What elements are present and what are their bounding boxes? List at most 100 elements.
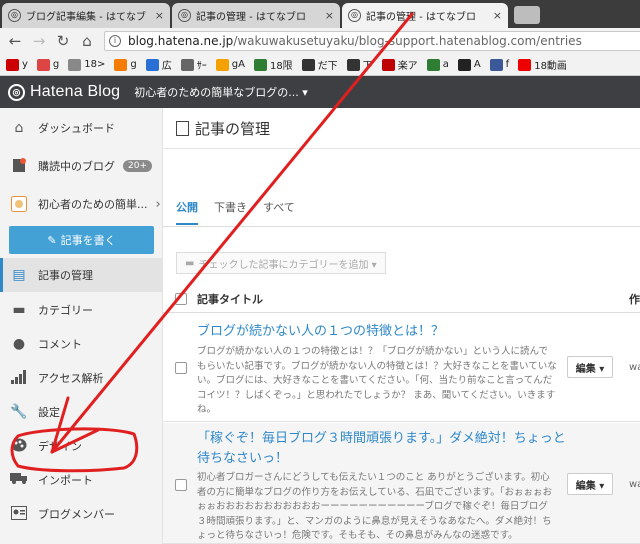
logo-text: Hatena Blog [30, 83, 121, 100]
tab-all[interactable]: すべて [263, 199, 295, 225]
bookmark-item[interactable]: 18> [68, 58, 106, 71]
write-article-button[interactable]: ✎ 記事を書く [9, 226, 154, 254]
page-title-text: 記事の管理 [195, 120, 271, 138]
close-icon[interactable]: × [493, 9, 502, 22]
tab-title: ブログ記事編集 - はてなブ [26, 12, 146, 23]
tab-published[interactable]: 公開 [176, 199, 198, 225]
sidebar-item-label: コメント [38, 338, 82, 351]
bookmarks-bar: y g 18> g 広 ｻｰ gA 18限 だ下 下 楽ア a Af 18動画 [0, 54, 640, 76]
close-icon[interactable]: × [325, 9, 334, 22]
bookmark-item[interactable]: a [426, 58, 449, 71]
bookmark-label: A [473, 59, 481, 70]
tab-drafts[interactable]: 下書き [214, 199, 247, 225]
rakuten-icon [381, 58, 395, 71]
sidebar-item-label: インポート [38, 474, 93, 487]
sidebar-item-analytics[interactable]: アクセス解析 [0, 361, 163, 395]
sidebar-item-comments[interactable]: ● コメント [0, 327, 163, 361]
browser-tab-3-active[interactable]: ◎ 記事の管理 - はてなブロ × [342, 3, 508, 28]
bookmark-item[interactable]: 広 [145, 57, 172, 72]
home-icon: ⌂ [14, 120, 24, 136]
divider [163, 148, 640, 149]
select-all-checkbox[interactable] [175, 292, 187, 305]
bookmark-item[interactable]: 下 [346, 57, 373, 72]
bookmark-item[interactable]: y [6, 58, 28, 71]
sidebar-item-dashboard[interactable]: ⌂ ダッシュボード [0, 111, 163, 145]
tab-title: 記事の管理 - はてなブロ [366, 12, 476, 23]
blogger-icon [114, 58, 128, 71]
sidebar-item-settings[interactable]: 🔧 設定 [0, 395, 163, 429]
document-icon [176, 121, 189, 136]
browser-tab-2[interactable]: ◎ 記事の管理 - はてなブロ × [172, 3, 340, 28]
sidebar-item-label: ブログメンバー [38, 508, 115, 521]
document-icon: ▤ [12, 267, 26, 283]
youtube-icon [518, 58, 532, 71]
sidebar-item-label: デザイン [38, 440, 82, 453]
sidebar-item-blog[interactable]: 初心者のための簡単... › [0, 187, 163, 221]
sidebar-item-subscriptions[interactable]: 購読中のブログ 20+ [0, 149, 163, 183]
bookmark-label: だ下 [317, 61, 338, 72]
edit-button[interactable]: 編集 ▾ [567, 356, 613, 378]
bookmark-item[interactable]: g [36, 58, 60, 71]
entry-title-link[interactable]: 「稼ぐぞ！毎日ブログ３時間頑張ります。」ダメ絶対！ちょっと待ちなさいっ！ [197, 429, 577, 469]
bookmark-label: g [52, 59, 60, 70]
url-input[interactable]: i blog.hatena.ne.jp/wakuwakusetuyaku/blo… [104, 31, 640, 51]
bookmark-label: 18限 [269, 61, 293, 72]
sidebar-item-entries[interactable]: ▤ 記事の管理 [0, 258, 163, 292]
forward-arrow-icon[interactable]: → [30, 32, 48, 50]
bookmark-label: y [22, 59, 28, 70]
entry-excerpt: 初心者ブロガーさんにどうしても伝えたい１つのこと ありがとうございます。初心者の… [197, 472, 553, 541]
entry-title-link[interactable]: ブログが続かない人の１つの特徴とは！？ [197, 322, 444, 342]
chevron-right-icon: › [155, 196, 161, 212]
edit-button[interactable]: 編集 ▾ [567, 473, 613, 495]
bookmark-icon [10, 158, 28, 174]
bookmark-item[interactable]: 18動画 [518, 57, 567, 72]
edit-icon: ✎ [47, 233, 57, 247]
comment-icon: ● [12, 336, 26, 352]
row-checkbox[interactable] [175, 479, 187, 491]
browser-tab-1[interactable]: ◎ ブログ記事編集 - はてなブ × [2, 3, 170, 28]
bookmark-label: 18> [84, 59, 106, 70]
sidebar-item-label: 購読中のブログ [38, 160, 115, 173]
close-icon[interactable]: × [155, 9, 164, 22]
column-title-header: 記事タイトル [197, 292, 263, 306]
pen-icon [253, 58, 267, 71]
sidebar-item-label: カテゴリー [38, 304, 93, 317]
analytics-icon [215, 58, 229, 71]
bookmark-label: 広 [161, 61, 172, 72]
sidebar-item-label: ダッシュボード [38, 122, 115, 135]
sidebar-item-category[interactable]: ▬ カテゴリー [0, 293, 163, 327]
add-category-label: チェックした記事にカテゴリーを追加 ▾ [198, 259, 377, 271]
amazon-icon [457, 58, 471, 71]
sidebar-item-members[interactable]: ブログメンバー [0, 497, 163, 531]
blog-switcher[interactable]: 初心者のための簡単なブログの... ▾ [134, 84, 308, 100]
hatena-tab-icon: ◎ [178, 9, 191, 22]
add-category-button[interactable]: ▬ チェックした記事にカテゴリーを追加 ▾ [176, 252, 386, 274]
sidebar-item-label: 初心者のための簡単... [38, 198, 148, 211]
bookmark-item[interactable]: だ下 [301, 57, 338, 72]
hatena-blog-logo[interactable]: ◎ Hatena Blog [8, 83, 120, 101]
info-icon[interactable]: i [109, 35, 121, 47]
hatena-icon [346, 58, 360, 71]
table-header: 記事タイトル 作 [163, 285, 640, 313]
sidebar-item-label: アクセス解析 [38, 372, 104, 385]
new-tab-button[interactable] [514, 6, 540, 24]
bookmark-item[interactable]: 楽ア [381, 57, 418, 72]
home-icon[interactable]: ⌂ [78, 32, 96, 50]
bookmark-item[interactable]: f [489, 58, 509, 71]
chart-icon [10, 370, 28, 386]
bookmark-item[interactable]: 18限 [253, 57, 293, 72]
bookmark-label: g [130, 59, 137, 70]
bookmark-item[interactable]: ｻｰ [180, 57, 207, 72]
bookmark-item[interactable]: g [114, 58, 137, 71]
row-checkbox[interactable] [175, 362, 187, 374]
reload-icon[interactable]: ↻ [54, 32, 72, 50]
bookmark-label: 楽ア [397, 61, 418, 72]
sidebar-item-design[interactable]: デザイン [0, 429, 163, 463]
sidebar-item-import[interactable]: インポート [0, 463, 163, 497]
back-arrow-icon[interactable]: ← [6, 32, 24, 50]
url-path: /wakuwakusetuyaku/blog-support.hatenablo… [233, 34, 582, 48]
entry-tabs: 公開 下書き すべて [176, 199, 311, 225]
sidebar-item-label: 記事の管理 [38, 269, 93, 282]
bookmark-item[interactable]: gA [215, 58, 245, 71]
bookmark-item[interactable]: A [457, 58, 481, 71]
